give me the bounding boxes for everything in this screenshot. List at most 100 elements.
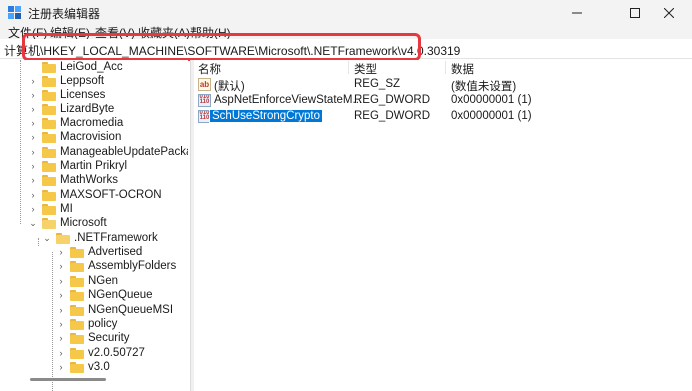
- tree-item[interactable]: › v2.0.50727: [56, 346, 145, 360]
- chevron-right-icon[interactable]: ›: [28, 74, 38, 88]
- value-data: 0x00000001 (1): [451, 94, 532, 106]
- folder-icon: [42, 203, 56, 215]
- folder-icon: [42, 131, 56, 143]
- chevron-right-icon[interactable]: ›: [28, 88, 38, 102]
- tree-item-label: v2.0.50727: [88, 347, 145, 359]
- tree-item[interactable]: › policy: [56, 317, 118, 331]
- folder-icon: [70, 289, 84, 301]
- chevron-right-icon[interactable]: ›: [56, 245, 66, 259]
- folder-icon: [42, 103, 56, 115]
- column-header-name[interactable]: 名称: [198, 61, 221, 77]
- tree-item[interactable]: › Macromedia: [28, 116, 124, 130]
- tree-item[interactable]: › Licenses: [28, 88, 106, 102]
- value-name: SchUseStrongCrypto: [208, 109, 324, 123]
- chevron-down-icon[interactable]: ⌄: [42, 231, 52, 245]
- chevron-right-icon[interactable]: ›: [56, 303, 66, 317]
- folder-icon: [70, 361, 84, 373]
- tree-item[interactable]: › NGenQueueMSI: [56, 303, 174, 317]
- tree-item-label: Advertised: [88, 246, 143, 258]
- tree-item[interactable]: › AssemblyFolders: [56, 259, 177, 273]
- folder-icon: [42, 146, 56, 158]
- tree-item-label: Microsoft: [60, 217, 107, 229]
- folder-icon: [42, 117, 56, 129]
- tree-guide-line: [52, 252, 53, 391]
- tree-item-label: ManageableUpdatePacka: [60, 146, 188, 158]
- tree-item-label: policy: [88, 318, 118, 330]
- tree-item-label: MathWorks: [60, 174, 118, 186]
- tree-item[interactable]: › v3.0: [56, 360, 110, 374]
- tree-item-label: Macromedia: [60, 117, 124, 129]
- tree-guide-line: [38, 238, 39, 246]
- chevron-right-icon[interactable]: ›: [56, 259, 66, 273]
- tree-item[interactable]: › NGenQueue: [56, 288, 153, 302]
- tree-item[interactable]: › NGen: [56, 274, 119, 288]
- tree-item[interactable]: LeiGod_Acc: [28, 60, 123, 74]
- folder-open-icon: [56, 232, 70, 244]
- close-button[interactable]: [646, 0, 692, 25]
- chevron-right-icon[interactable]: ›: [56, 274, 66, 288]
- folder-icon: [70, 260, 84, 272]
- tree-item-label: v3.0: [88, 361, 110, 373]
- chevron-right-icon[interactable]: ›: [28, 202, 38, 216]
- folder-icon: [70, 304, 84, 316]
- folder-icon: [70, 332, 84, 344]
- value-data: (数值未设置): [451, 81, 517, 93]
- tree-item-microsoft[interactable]: ⌄ Microsoft: [28, 216, 107, 230]
- folder-icon: [42, 75, 56, 87]
- value-row[interactable]: 010 110 AspNetEnforceViewStateM... REG_DW…: [194, 93, 692, 109]
- chevron-right-icon[interactable]: ›: [56, 288, 66, 302]
- folder-icon: [70, 275, 84, 287]
- minimize-icon: [572, 12, 582, 13]
- chevron-right-icon[interactable]: ›: [28, 173, 38, 187]
- window-title: 注册表编辑器: [28, 7, 101, 21]
- tree-item[interactable]: › MAXSOFT-OCRON: [28, 188, 162, 202]
- tree-item[interactable]: › Security: [56, 331, 130, 345]
- tree-item-netframework[interactable]: ⌄ .NETFramework: [42, 231, 157, 245]
- tree-item[interactable]: › ManageableUpdatePacka: [28, 145, 189, 159]
- tree-item[interactable]: › Martin Prikryl: [28, 159, 128, 173]
- chevron-down-icon[interactable]: ⌄: [28, 216, 38, 230]
- folder-icon: [70, 318, 84, 330]
- tree-item[interactable]: › MI: [28, 202, 73, 216]
- address-highlight-box: [22, 33, 421, 61]
- chevron-right-icon[interactable]: ›: [56, 317, 66, 331]
- tree-item[interactable]: › MathWorks: [28, 173, 118, 187]
- column-header-data[interactable]: 数据: [451, 61, 474, 77]
- value-row[interactable]: ab (默认) REG_SZ (数值未设置): [194, 77, 692, 93]
- value-data: 0x00000001 (1): [451, 110, 532, 122]
- chevron-right-icon[interactable]: ›: [28, 102, 38, 116]
- chevron-right-icon[interactable]: ›: [56, 360, 66, 374]
- chevron-right-icon[interactable]: ›: [28, 145, 38, 159]
- binary-value-icon: 010 110: [198, 94, 211, 107]
- value-row-selected[interactable]: 010 110 SchUseStrongCrypto REG_DWORD 0x00…: [194, 109, 692, 125]
- registry-editor-icon: [8, 6, 21, 19]
- chevron-right-icon[interactable]: ›: [28, 130, 38, 144]
- folder-icon: [42, 174, 56, 186]
- string-value-icon: ab: [198, 78, 211, 91]
- value-type: REG_SZ: [354, 78, 401, 90]
- chevron-right-icon[interactable]: ›: [28, 116, 38, 130]
- column-divider[interactable]: [348, 61, 349, 74]
- tree-item-label: NGenQueueMSI: [88, 304, 174, 316]
- tree-item[interactable]: › Advertised: [56, 245, 143, 259]
- tree-horizontal-scrollbar[interactable]: [30, 378, 106, 381]
- chevron-right-icon[interactable]: ›: [56, 346, 66, 360]
- title-bar: 注册表编辑器: [0, 0, 692, 25]
- column-divider[interactable]: [445, 61, 446, 74]
- tree-item-label: LizardByte: [60, 103, 115, 115]
- folder-icon: [42, 89, 56, 101]
- folder-icon: [70, 246, 84, 258]
- chevron-right-icon[interactable]: ›: [28, 188, 38, 202]
- column-header-type[interactable]: 类型: [354, 61, 377, 77]
- tree-item-label: MI: [60, 203, 73, 215]
- value-name: AspNetEnforceViewStateM...: [214, 94, 363, 106]
- chevron-right-icon[interactable]: ›: [28, 159, 38, 173]
- tree-item-label: Macrovision: [60, 131, 122, 143]
- chevron-right-icon[interactable]: ›: [56, 331, 66, 345]
- minimize-button[interactable]: [554, 0, 600, 25]
- tree-item[interactable]: › Leppsoft: [28, 74, 105, 88]
- tree-item[interactable]: › LizardByte: [28, 102, 115, 116]
- tree-item[interactable]: › Macrovision: [28, 130, 122, 144]
- chevron-right-icon[interactable]: [28, 60, 38, 74]
- tree-item-label: NGenQueue: [88, 289, 153, 301]
